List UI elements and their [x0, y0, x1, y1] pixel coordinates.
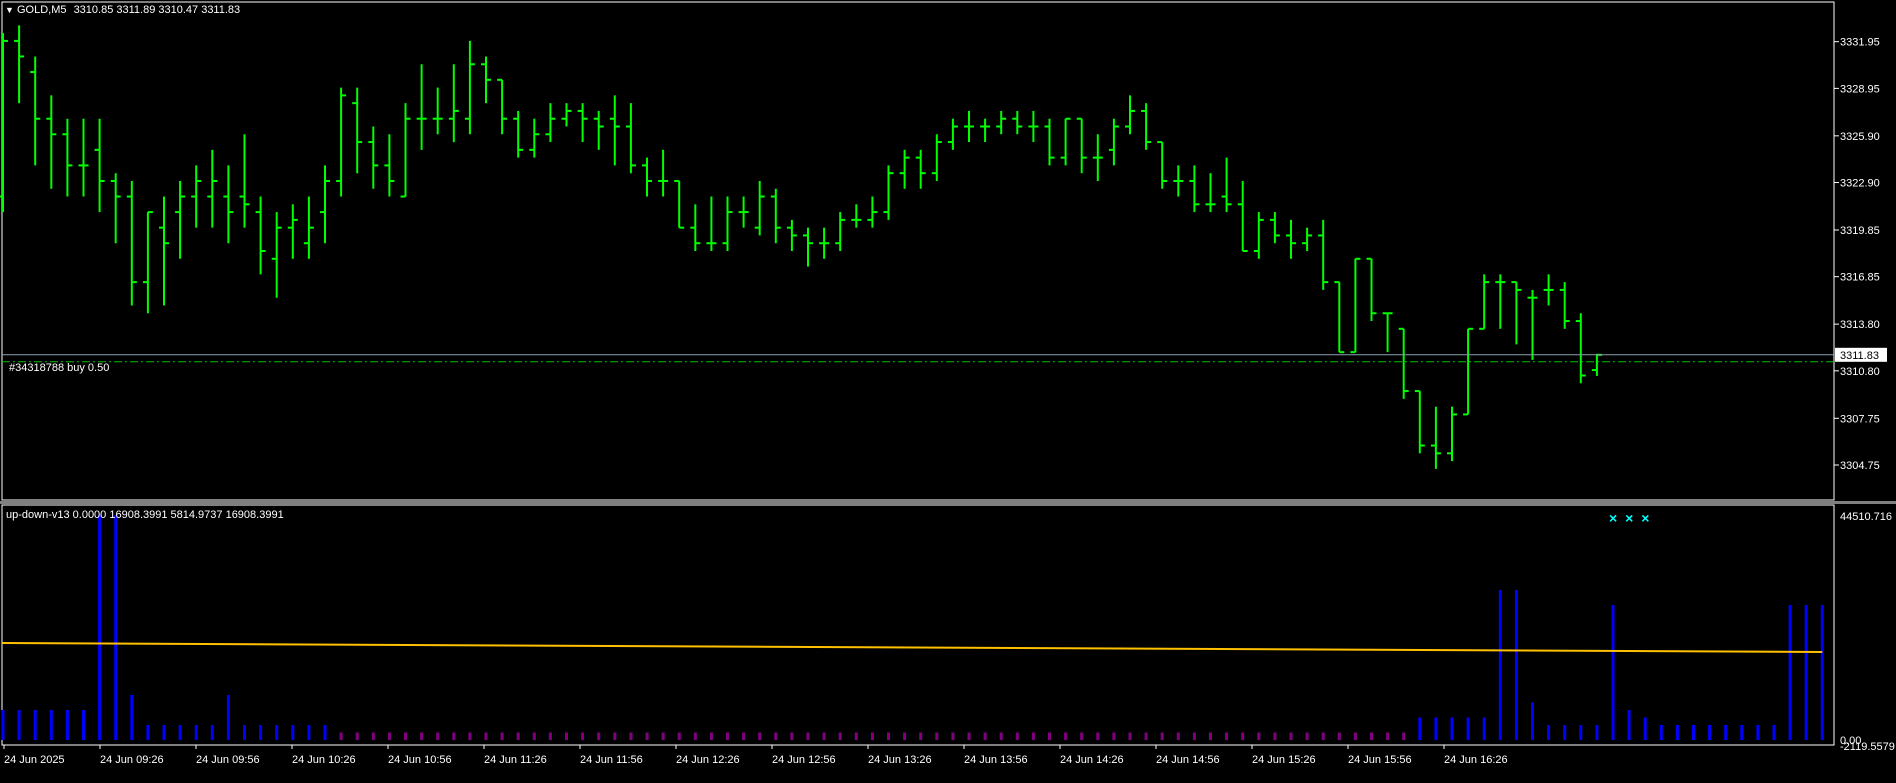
- price-tick-label: 3313.80: [1840, 319, 1880, 331]
- signal-marker-icon: ×: [1641, 510, 1649, 526]
- time-tick-label: 24 Jun 13:56: [964, 754, 1028, 766]
- time-tick-label: 24 Jun 15:56: [1348, 754, 1412, 766]
- price-tick-label: 3316.85: [1840, 272, 1880, 284]
- time-tick-label: 24 Jun 12:56: [772, 754, 836, 766]
- price-tick-label: 3307.75: [1840, 413, 1880, 425]
- time-tick-label: 24 Jun 09:56: [196, 754, 260, 766]
- price-tick-label: 3331.95: [1840, 37, 1880, 49]
- time-tick-label: 24 Jun 10:26: [292, 754, 356, 766]
- price-tick-label: 3310.80: [1840, 366, 1880, 378]
- indicator-top-label: 44510.716: [1840, 511, 1892, 523]
- chart-canvas[interactable]: 3331.95 3328.95 3325.90 3322.90 3319.85 3316.…: [0, 0, 1896, 778]
- ma-line: [1, 642, 1823, 653]
- price-tick-label: 3304.75: [1840, 460, 1880, 472]
- signal-marker-icon: ×: [1625, 510, 1633, 526]
- time-tick-label: 24 Jun 11:26: [484, 754, 547, 766]
- time-tick-label: 24 Jun 10:56: [388, 754, 452, 766]
- price-tick-label: 3322.90: [1840, 178, 1880, 190]
- indicator-label: up-down-v13 0.0000 16908.3991 5814.9737 …: [6, 509, 284, 521]
- price-tick-label: 3325.90: [1840, 131, 1880, 143]
- ohlc-label: 3310.85 3311.89 3310.47 3311.83: [73, 4, 241, 16]
- pane-separator: [0, 501, 1896, 504]
- time-tick-label: 24 Jun 09:26: [100, 754, 164, 766]
- indicator-bottom-label: -2119.5579: [1840, 741, 1895, 753]
- indicator-pane-border: [1, 504, 1835, 746]
- time-tick-label: 24 Jun 15:26: [1252, 754, 1316, 766]
- symbol-menu-icon[interactable]: ▼: [5, 5, 14, 15]
- time-tick-label: 24 Jun 11:56: [580, 754, 643, 766]
- signal-marker-icon: ×: [1609, 510, 1617, 526]
- time-tick-label: 24 Jun 13:26: [868, 754, 932, 766]
- symbol-label: GOLD,M5: [16, 4, 67, 16]
- time-tick-label: 24 Jun 14:26: [1060, 754, 1124, 766]
- time-tick-label: 24 Jun 2025: [4, 754, 65, 766]
- order-line-label[interactable]: #34318788 buy 0.50: [9, 362, 109, 374]
- current-price-label: 3311.83: [1840, 350, 1879, 362]
- price-tick-label: 3328.95: [1840, 83, 1880, 95]
- chart-header: ▼ GOLD,M5 3310.85 3311.89 3310.47 3311.8…: [5, 4, 240, 16]
- trading-chart[interactable]: 3331.95 3328.95 3325.90 3322.90 3319.85 3316.…: [0, 0, 1896, 778]
- price-tick-label: 3319.85: [1840, 225, 1880, 237]
- time-tick-label: 24 Jun 12:26: [676, 754, 740, 766]
- time-tick-label: 24 Jun 14:56: [1156, 754, 1220, 766]
- time-tick-label: 24 Jun 16:26: [1444, 754, 1508, 766]
